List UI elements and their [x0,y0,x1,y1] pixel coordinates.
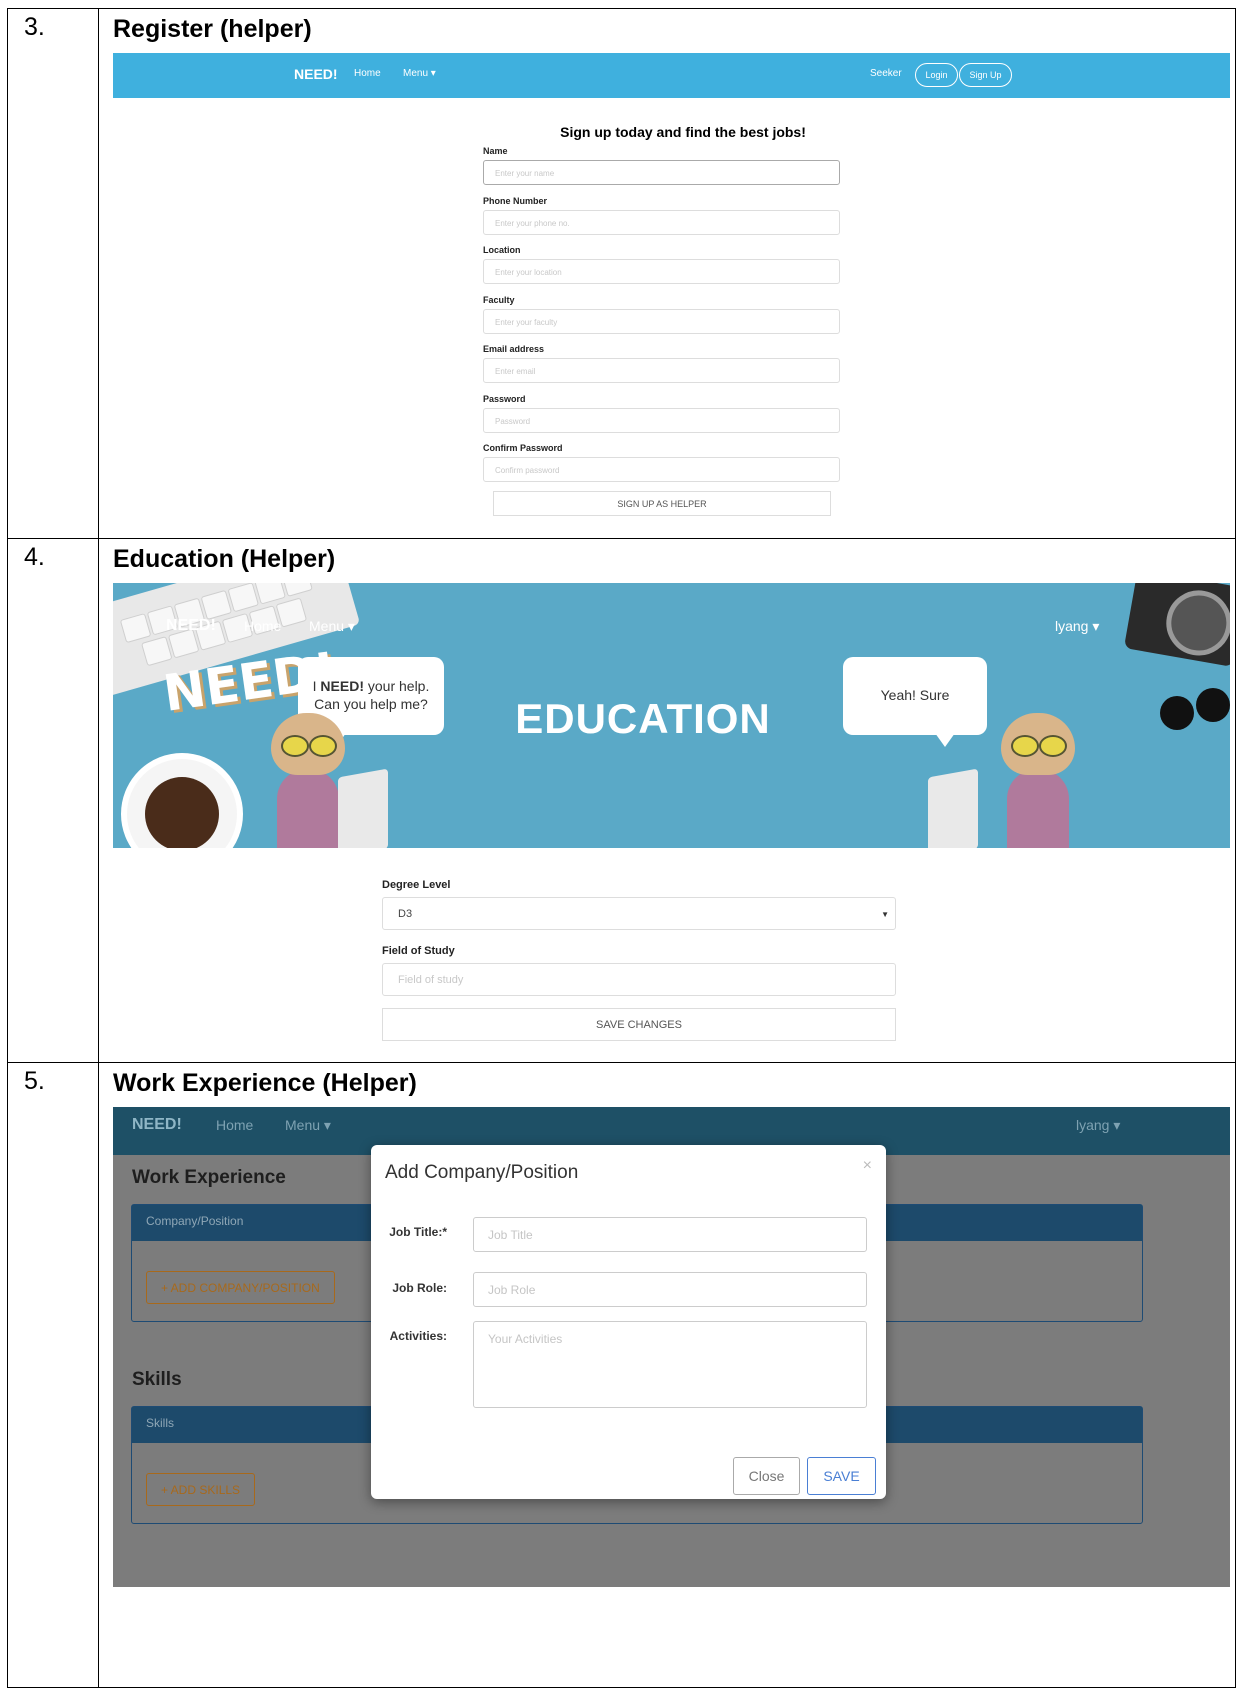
row-content: Education (Helper) NEED! I NEED! your he… [98,538,1236,1063]
password-label: Password [483,394,526,404]
add-company-button[interactable]: + ADD COMPANY/POSITION [146,1271,335,1304]
page-heading: Sign up today and find the best jobs! [560,124,806,140]
nav-menu[interactable]: Menu ▾ [285,1117,331,1134]
nav-menu[interactable]: Menu ▾ [309,618,355,635]
section-title: Register (helper) [113,15,312,43]
phone-label: Phone Number [483,196,548,206]
sunglasses-graphic [1160,688,1230,738]
faculty-input[interactable]: Enter your faculty [483,309,840,334]
job-title-input[interactable]: Job Title [473,1217,867,1252]
location-input[interactable]: Enter your location [483,259,840,284]
laptop-graphic [338,768,388,848]
nav-home[interactable]: Home [216,1117,253,1133]
activities-label: Activities: [389,1329,447,1343]
row-number: 5. [7,1062,99,1688]
row-number: 4. [7,538,99,1063]
field-of-study-label: Field of Study [382,945,455,957]
brand-logo[interactable]: NEED! [294,66,338,82]
section-title: Work Experience (Helper) [113,1069,417,1097]
nav-menu[interactable]: Menu ▾ [403,68,436,79]
work-experience-heading: Work Experience [132,1167,286,1188]
laptop-graphic [928,768,978,848]
job-role-input[interactable]: Job Role [473,1272,867,1307]
education-screenshot: NEED! I NEED! your help. Can you help me… [113,583,1230,1062]
document-table: 3. Register (helper) NEED! Home Menu ▾ S… [7,8,1236,1688]
signup-helper-button[interactable]: SIGN UP AS HELPER [493,491,831,516]
owl-mascot-right [993,713,1083,848]
hero-banner: NEED! I NEED! your help. Can you help me… [113,583,1230,848]
work-experience-screenshot: NEED! Home Menu ▾ lyang ▾ Work Experienc… [113,1107,1230,1587]
save-changes-button[interactable]: SAVE CHANGES [382,1008,896,1041]
add-company-modal: Add Company/Position × Job Title:* Job T… [371,1145,886,1499]
degree-value: D3 [398,908,413,920]
login-button[interactable]: Login [915,63,958,87]
phone-input[interactable]: Enter your phone no. [483,210,840,235]
degree-level-select[interactable]: D3 ▼ [382,897,896,930]
row-content: Work Experience (Helper) NEED! Home Menu… [98,1062,1236,1688]
job-title-label: Job Title:* [389,1225,447,1239]
password-input[interactable]: Password [483,408,840,433]
email-input[interactable]: Enter email [483,358,840,383]
select-arrow-icon: ▼ [881,910,889,919]
location-label: Location [483,245,521,255]
add-skills-button[interactable]: + ADD SKILLS [146,1473,256,1506]
name-input[interactable]: Enter your name [483,160,840,185]
row-number: 3. [7,8,99,539]
email-label: Email address [483,344,545,354]
field-of-study-input[interactable]: Field of study [382,963,896,996]
skills-heading: Skills [132,1369,182,1390]
close-icon[interactable]: × [863,1157,872,1175]
navbar: NEED! Home Menu ▾ Seeker Login Sign Up [113,53,1230,98]
hero-title: EDUCATION [515,695,771,742]
nav-home[interactable]: Home [244,618,281,634]
row-content: Register (helper) NEED! Home Menu ▾ Seek… [98,8,1236,539]
confirm-password-input[interactable]: Confirm password [483,457,840,482]
nav-seeker[interactable]: Seeker [870,68,902,79]
degree-level-label: Degree Level [382,879,451,891]
camera-graphic [1123,583,1230,667]
job-role-label: Job Role: [392,1281,447,1295]
user-menu[interactable]: lyang ▾ [1076,1117,1120,1134]
register-screenshot: NEED! Home Menu ▾ Seeker Login Sign Up S… [113,53,1230,538]
modal-title: Add Company/Position [385,1162,579,1183]
save-button[interactable]: SAVE [807,1457,876,1495]
signup-button[interactable]: Sign Up [959,63,1012,87]
close-button[interactable]: Close [733,1457,800,1495]
confirm-password-label: Confirm Password [483,443,563,453]
user-menu[interactable]: lyang ▾ [1055,618,1099,635]
brand-logo[interactable]: NEED! [132,1116,182,1134]
name-label: Name [483,146,508,156]
coffee-mug-graphic [121,753,243,848]
section-title: Education (Helper) [113,545,336,573]
activities-textarea[interactable]: Your Activities [473,1321,867,1408]
brand-logo[interactable]: NEED! [166,617,216,635]
faculty-label: Faculty [483,295,515,305]
nav-home[interactable]: Home [354,68,381,79]
